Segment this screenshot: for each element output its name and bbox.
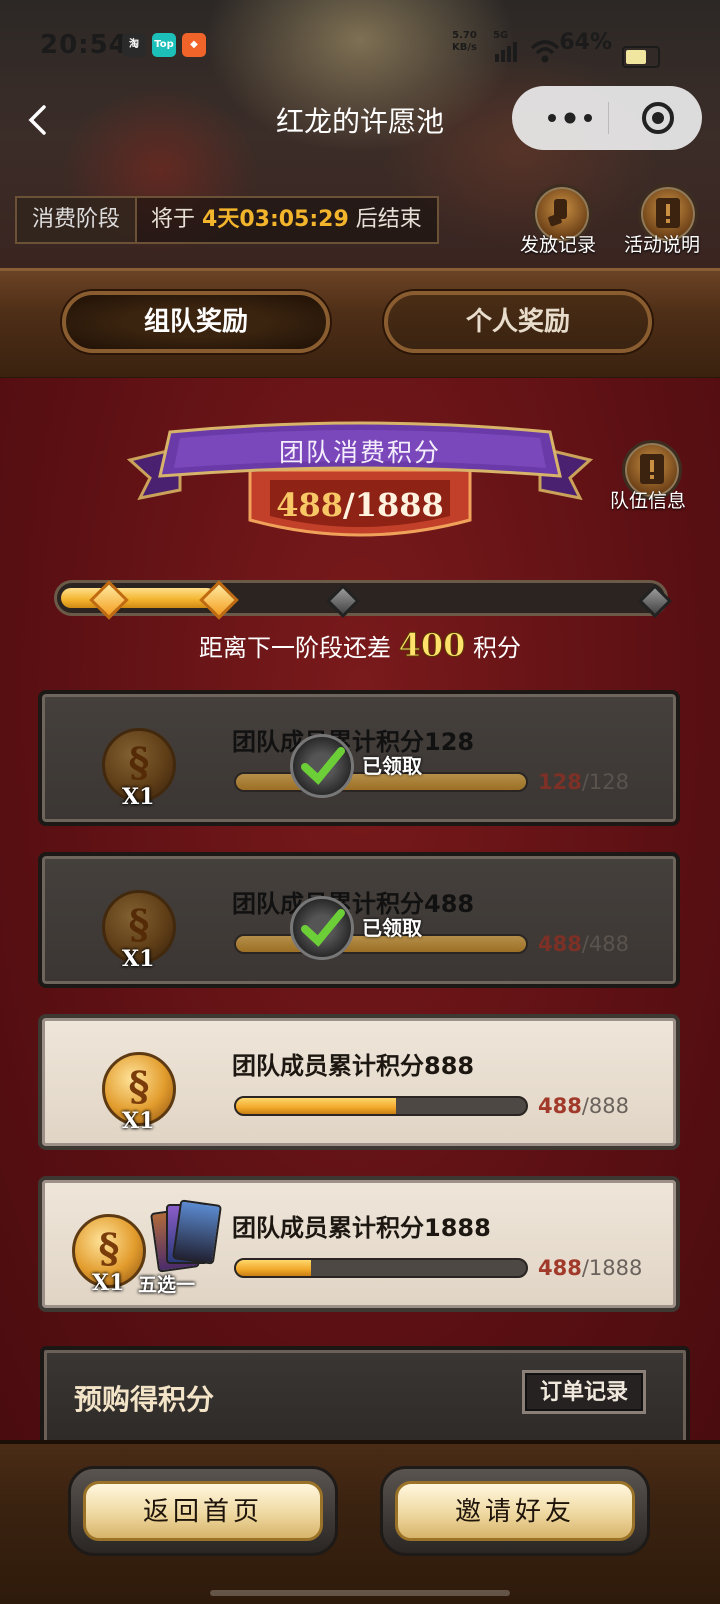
taobao-app-icon: 淘 bbox=[122, 33, 146, 57]
invite-friends-button[interactable]: 邀请好友 bbox=[380, 1466, 650, 1556]
reward-title: 团队成员累计积分1888 bbox=[232, 1214, 491, 1242]
card-pack-icon bbox=[150, 1196, 222, 1273]
reward-progress-fill bbox=[236, 1098, 396, 1114]
reward-current: 488 bbox=[538, 1256, 582, 1280]
reward-total: 128 bbox=[588, 770, 630, 794]
preorder-title: 预购得积分 bbox=[74, 1383, 215, 1416]
reward-card-1888[interactable]: § X1 五选一 团队成员累计积分1888 488/1888 bbox=[38, 1176, 680, 1312]
signal-icon bbox=[495, 54, 499, 62]
top-app-icon: Top bbox=[152, 33, 176, 57]
team-score-value: 488/1888 bbox=[200, 486, 520, 524]
reward-total: 1888 bbox=[588, 1256, 643, 1280]
team-score-total: 1888 bbox=[354, 486, 444, 524]
reward-count: 488/488 bbox=[538, 932, 630, 956]
order-records-button[interactable]: 订单记录 bbox=[522, 1370, 646, 1414]
countdown-suffix: 后结束 bbox=[355, 207, 422, 232]
battery-percent: 64% bbox=[559, 30, 612, 55]
reward-progress-fill bbox=[236, 1260, 312, 1276]
invite-button-label[interactable]: 邀请好友 bbox=[395, 1481, 635, 1541]
net-speed: 5.70 KB/s bbox=[452, 30, 477, 54]
gap-prefix: 距离下一阶段还差 bbox=[198, 634, 391, 662]
reward-card-128: § X1 团队成员累计积分128 128/128 已领取 bbox=[38, 690, 680, 826]
reward-current: 488 bbox=[538, 932, 582, 956]
reward-progress bbox=[234, 1258, 528, 1278]
reward-title: 团队成员累计积分888 bbox=[232, 1052, 475, 1080]
checkmark-icon bbox=[290, 896, 354, 960]
tab-strip: 组队奖励 个人奖励 bbox=[0, 268, 720, 381]
phase-countdown-text: 将于 4天03:05:29 后结束 bbox=[151, 198, 422, 242]
signal-icon bbox=[501, 50, 505, 62]
gap-value: 400 bbox=[398, 626, 466, 665]
signal-icon bbox=[513, 42, 517, 62]
reward-qty: X1 bbox=[122, 946, 155, 972]
reward-qty: X1 bbox=[122, 784, 155, 810]
close-miniapp-icon[interactable] bbox=[640, 100, 676, 136]
game-app-icon: ◆ bbox=[182, 33, 206, 57]
phase-countdown: 消费阶段 将于 4天03:05:29 后结束 bbox=[15, 196, 439, 244]
claimed-stamp: 已领取 bbox=[290, 734, 490, 798]
reward-card-488: § X1 团队成员累计积分488 488/488 已领取 bbox=[38, 852, 680, 988]
reward-count: 488/1888 bbox=[538, 1256, 643, 1280]
reward-count: 128/128 bbox=[538, 770, 630, 794]
countdown-value: 4天03:05:29 bbox=[202, 207, 349, 232]
rules-label[interactable]: 活动说明 bbox=[624, 230, 700, 257]
footer-bar: 返回首页 邀请好友 bbox=[0, 1440, 720, 1604]
phase-tag: 消费阶段 bbox=[17, 198, 137, 242]
more-options-icon[interactable] bbox=[540, 106, 600, 130]
team-progress-fill bbox=[61, 588, 217, 608]
reward-current: 488 bbox=[538, 1094, 582, 1118]
records-label[interactable]: 发放记录 bbox=[520, 230, 596, 257]
scroll-icon bbox=[548, 199, 567, 227]
checkmark-icon bbox=[290, 734, 354, 798]
status-time: 20:54 bbox=[40, 30, 128, 60]
gap-suffix: 积分 bbox=[473, 634, 522, 662]
next-stage-gap: 距离下一阶段还差 400 积分 bbox=[0, 626, 720, 665]
team-score-separator: / bbox=[343, 486, 355, 524]
home-button[interactable]: 返回首页 bbox=[68, 1466, 338, 1556]
reward-qty: X1 bbox=[122, 1108, 155, 1134]
tab-team-rewards[interactable]: 组队奖励 bbox=[62, 291, 330, 353]
reward-total: 888 bbox=[588, 1094, 630, 1118]
info-book-icon bbox=[656, 198, 680, 228]
home-indicator bbox=[210, 1590, 510, 1596]
reward-qty: X1 bbox=[92, 1270, 125, 1296]
reward-current: 128 bbox=[538, 770, 582, 794]
capsule-divider bbox=[608, 102, 609, 134]
team-progress-bar bbox=[54, 580, 668, 616]
countdown-prefix: 将于 bbox=[151, 207, 196, 232]
home-button-label[interactable]: 返回首页 bbox=[83, 1481, 323, 1541]
reward-progress bbox=[234, 1096, 528, 1116]
claimed-label: 已领取 bbox=[362, 916, 422, 940]
reward-choice-label: 五选一 bbox=[138, 1274, 196, 1296]
wifi-icon bbox=[530, 40, 560, 63]
tab-personal-rewards[interactable]: 个人奖励 bbox=[384, 291, 652, 353]
network-type: 5G bbox=[493, 30, 509, 41]
claimed-stamp: 已领取 bbox=[290, 896, 490, 960]
net-speed-unit: KB/s bbox=[452, 42, 477, 53]
miniapp-capsule bbox=[512, 86, 702, 150]
info-book-icon bbox=[640, 454, 664, 484]
net-speed-value: 5.70 bbox=[452, 30, 477, 41]
claimed-label: 已领取 bbox=[362, 754, 422, 778]
team-score-current: 488 bbox=[276, 486, 344, 524]
reward-count: 488/888 bbox=[538, 1094, 630, 1118]
reward-card-888[interactable]: § X1 团队成员累计积分888 488/888 bbox=[38, 1014, 680, 1150]
status-bar: 20:54 淘 Top ◆ 5.70 KB/s 5G 64% bbox=[0, 20, 720, 70]
reward-total: 488 bbox=[588, 932, 630, 956]
signal-icon bbox=[507, 46, 511, 62]
team-score-title: 团队消费积分 bbox=[278, 438, 441, 467]
battery-icon bbox=[622, 46, 660, 68]
team-info-label[interactable]: 队伍信息 bbox=[610, 486, 686, 513]
